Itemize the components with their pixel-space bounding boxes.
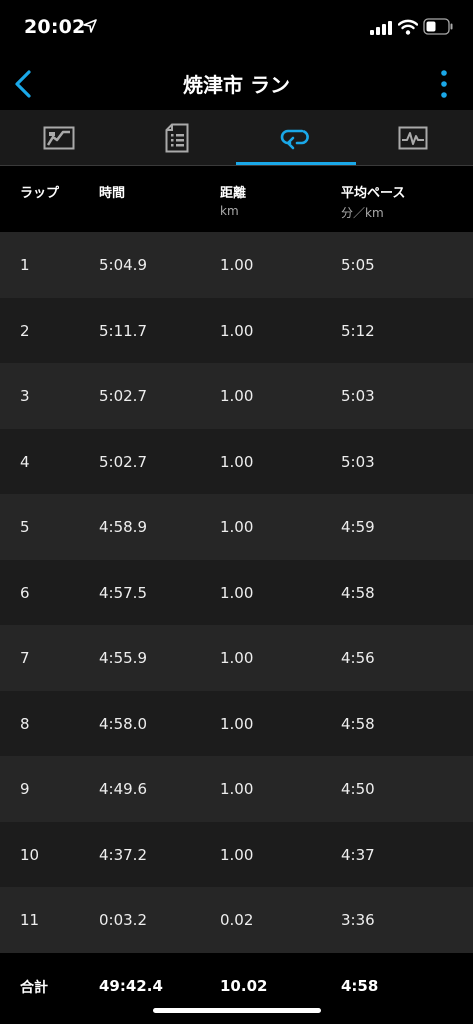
- lap-pace: 3:36: [341, 911, 375, 929]
- lap-time: 0:03.2: [99, 911, 147, 929]
- lap-distance: 1.00: [220, 452, 254, 471]
- lap-number: 8: [20, 714, 30, 733]
- header-pace-unit: 分／km: [341, 206, 384, 220]
- wifi-icon: [398, 19, 418, 35]
- details-icon: [165, 123, 189, 153]
- lap-pace: 4:50: [341, 780, 375, 798]
- lap-pace: 4:56: [341, 649, 375, 667]
- laps-table-body: 1 5:04.9 1.00 5:05 2 5:11.7 1.00 5:12 3 …: [0, 232, 473, 953]
- more-options-button[interactable]: [437, 66, 451, 102]
- table-row[interactable]: 3 5:02.7 1.00 5:03: [0, 363, 473, 429]
- lap-time: 4:58.0: [99, 714, 147, 733]
- total-row: 合計 49:42.4 10.02 4:58: [0, 953, 473, 1024]
- map-icon: [43, 126, 75, 150]
- lap-distance: 1.00: [220, 780, 254, 798]
- tab-charts[interactable]: [354, 110, 472, 166]
- tab-laps[interactable]: [236, 110, 354, 166]
- tab-bar: [0, 110, 473, 166]
- lap-distance: 1.00: [220, 714, 254, 733]
- lap-number: 1: [20, 256, 30, 274]
- status-time: 20:02: [24, 16, 86, 38]
- lap-number: 4: [20, 452, 30, 471]
- page-title: 焼津市 ラン: [183, 73, 290, 97]
- tab-map[interactable]: [0, 110, 118, 166]
- lap-number: 2: [20, 321, 30, 340]
- lap-time: 4:49.6: [99, 780, 147, 798]
- lap-distance: 1.00: [220, 518, 254, 536]
- status-bar: 20:02: [0, 0, 473, 58]
- lap-time: 5:02.7: [99, 387, 147, 405]
- total-label: 合計: [20, 980, 48, 996]
- total-pace: 4:58: [341, 977, 379, 995]
- navigation-bar: 焼津市 ラン: [0, 58, 473, 110]
- header-distance: 距離 km: [220, 186, 247, 218]
- table-row[interactable]: 1 5:04.9 1.00 5:05: [0, 232, 473, 298]
- header-lap: ラップ: [20, 186, 60, 201]
- lap-number: 10: [20, 845, 40, 864]
- lap-distance: 1.00: [220, 321, 254, 340]
- table-row[interactable]: 7 4:55.9 1.00 4:56: [0, 625, 473, 691]
- lap-pace: 4:37: [341, 845, 375, 864]
- lap-pace: 4:58: [341, 583, 375, 602]
- lap-number: 5: [20, 518, 30, 536]
- lap-pace: 4:58: [341, 714, 375, 733]
- lap-number: 6: [20, 583, 30, 602]
- location-arrow-icon: [83, 19, 97, 33]
- lap-pace: 5:05: [341, 256, 375, 274]
- lap-time: 4:55.9: [99, 649, 147, 667]
- lap-time: 5:04.9: [99, 256, 147, 274]
- header-time: 時間: [99, 186, 126, 201]
- lap-pace: 4:59: [341, 518, 375, 536]
- total-time: 49:42.4: [99, 977, 163, 995]
- lap-time: 5:02.7: [99, 452, 147, 471]
- table-row[interactable]: 4 5:02.7 1.00 5:03: [0, 428, 473, 494]
- lap-number: 11: [20, 911, 40, 929]
- lap-number: 9: [20, 780, 30, 798]
- table-row[interactable]: 8 4:58.0 1.00 4:58: [0, 690, 473, 756]
- active-tab-indicator: [236, 162, 356, 165]
- laps-table-header: ラップ 時間 距離 km 平均ペース 分／km: [0, 166, 473, 232]
- chart-icon: [398, 126, 428, 150]
- total-distance: 10.02: [220, 977, 268, 995]
- lap-number: 3: [20, 387, 30, 405]
- lap-distance: 1.00: [220, 583, 254, 602]
- lap-time: 5:11.7: [99, 321, 147, 340]
- header-distance-unit: km: [220, 204, 239, 218]
- table-row[interactable]: 5 4:58.9 1.00 4:59: [0, 494, 473, 560]
- table-row[interactable]: 10 4:37.2 1.00 4:37: [0, 821, 473, 887]
- vertical-dots-icon: [441, 70, 447, 98]
- signal-icon: [370, 21, 392, 35]
- lap-distance: 0.02: [220, 911, 254, 929]
- table-row[interactable]: 11 0:03.2 0.02 3:36: [0, 887, 473, 953]
- lap-distance: 1.00: [220, 387, 254, 405]
- lap-distance: 1.00: [220, 649, 254, 667]
- lap-pace: 5:12: [341, 321, 375, 340]
- lap-distance: 1.00: [220, 845, 254, 864]
- lap-pace: 5:03: [341, 387, 375, 405]
- battery-icon: [423, 18, 453, 35]
- lap-pace: 5:03: [341, 452, 375, 471]
- home-indicator[interactable]: [153, 1008, 321, 1013]
- lap-time: 4:57.5: [99, 583, 147, 602]
- table-row[interactable]: 6 4:57.5 1.00 4:58: [0, 559, 473, 625]
- laps-icon: [280, 129, 309, 150]
- lap-time: 4:37.2: [99, 845, 147, 864]
- header-pace: 平均ペース 分／km: [341, 186, 406, 220]
- lap-time: 4:58.9: [99, 518, 147, 536]
- table-row[interactable]: 2 5:11.7 1.00 5:12: [0, 297, 473, 363]
- table-row[interactable]: 9 4:49.6 1.00 4:50: [0, 756, 473, 822]
- lap-distance: 1.00: [220, 256, 254, 274]
- lap-number: 7: [20, 649, 30, 667]
- tab-details[interactable]: [118, 110, 236, 166]
